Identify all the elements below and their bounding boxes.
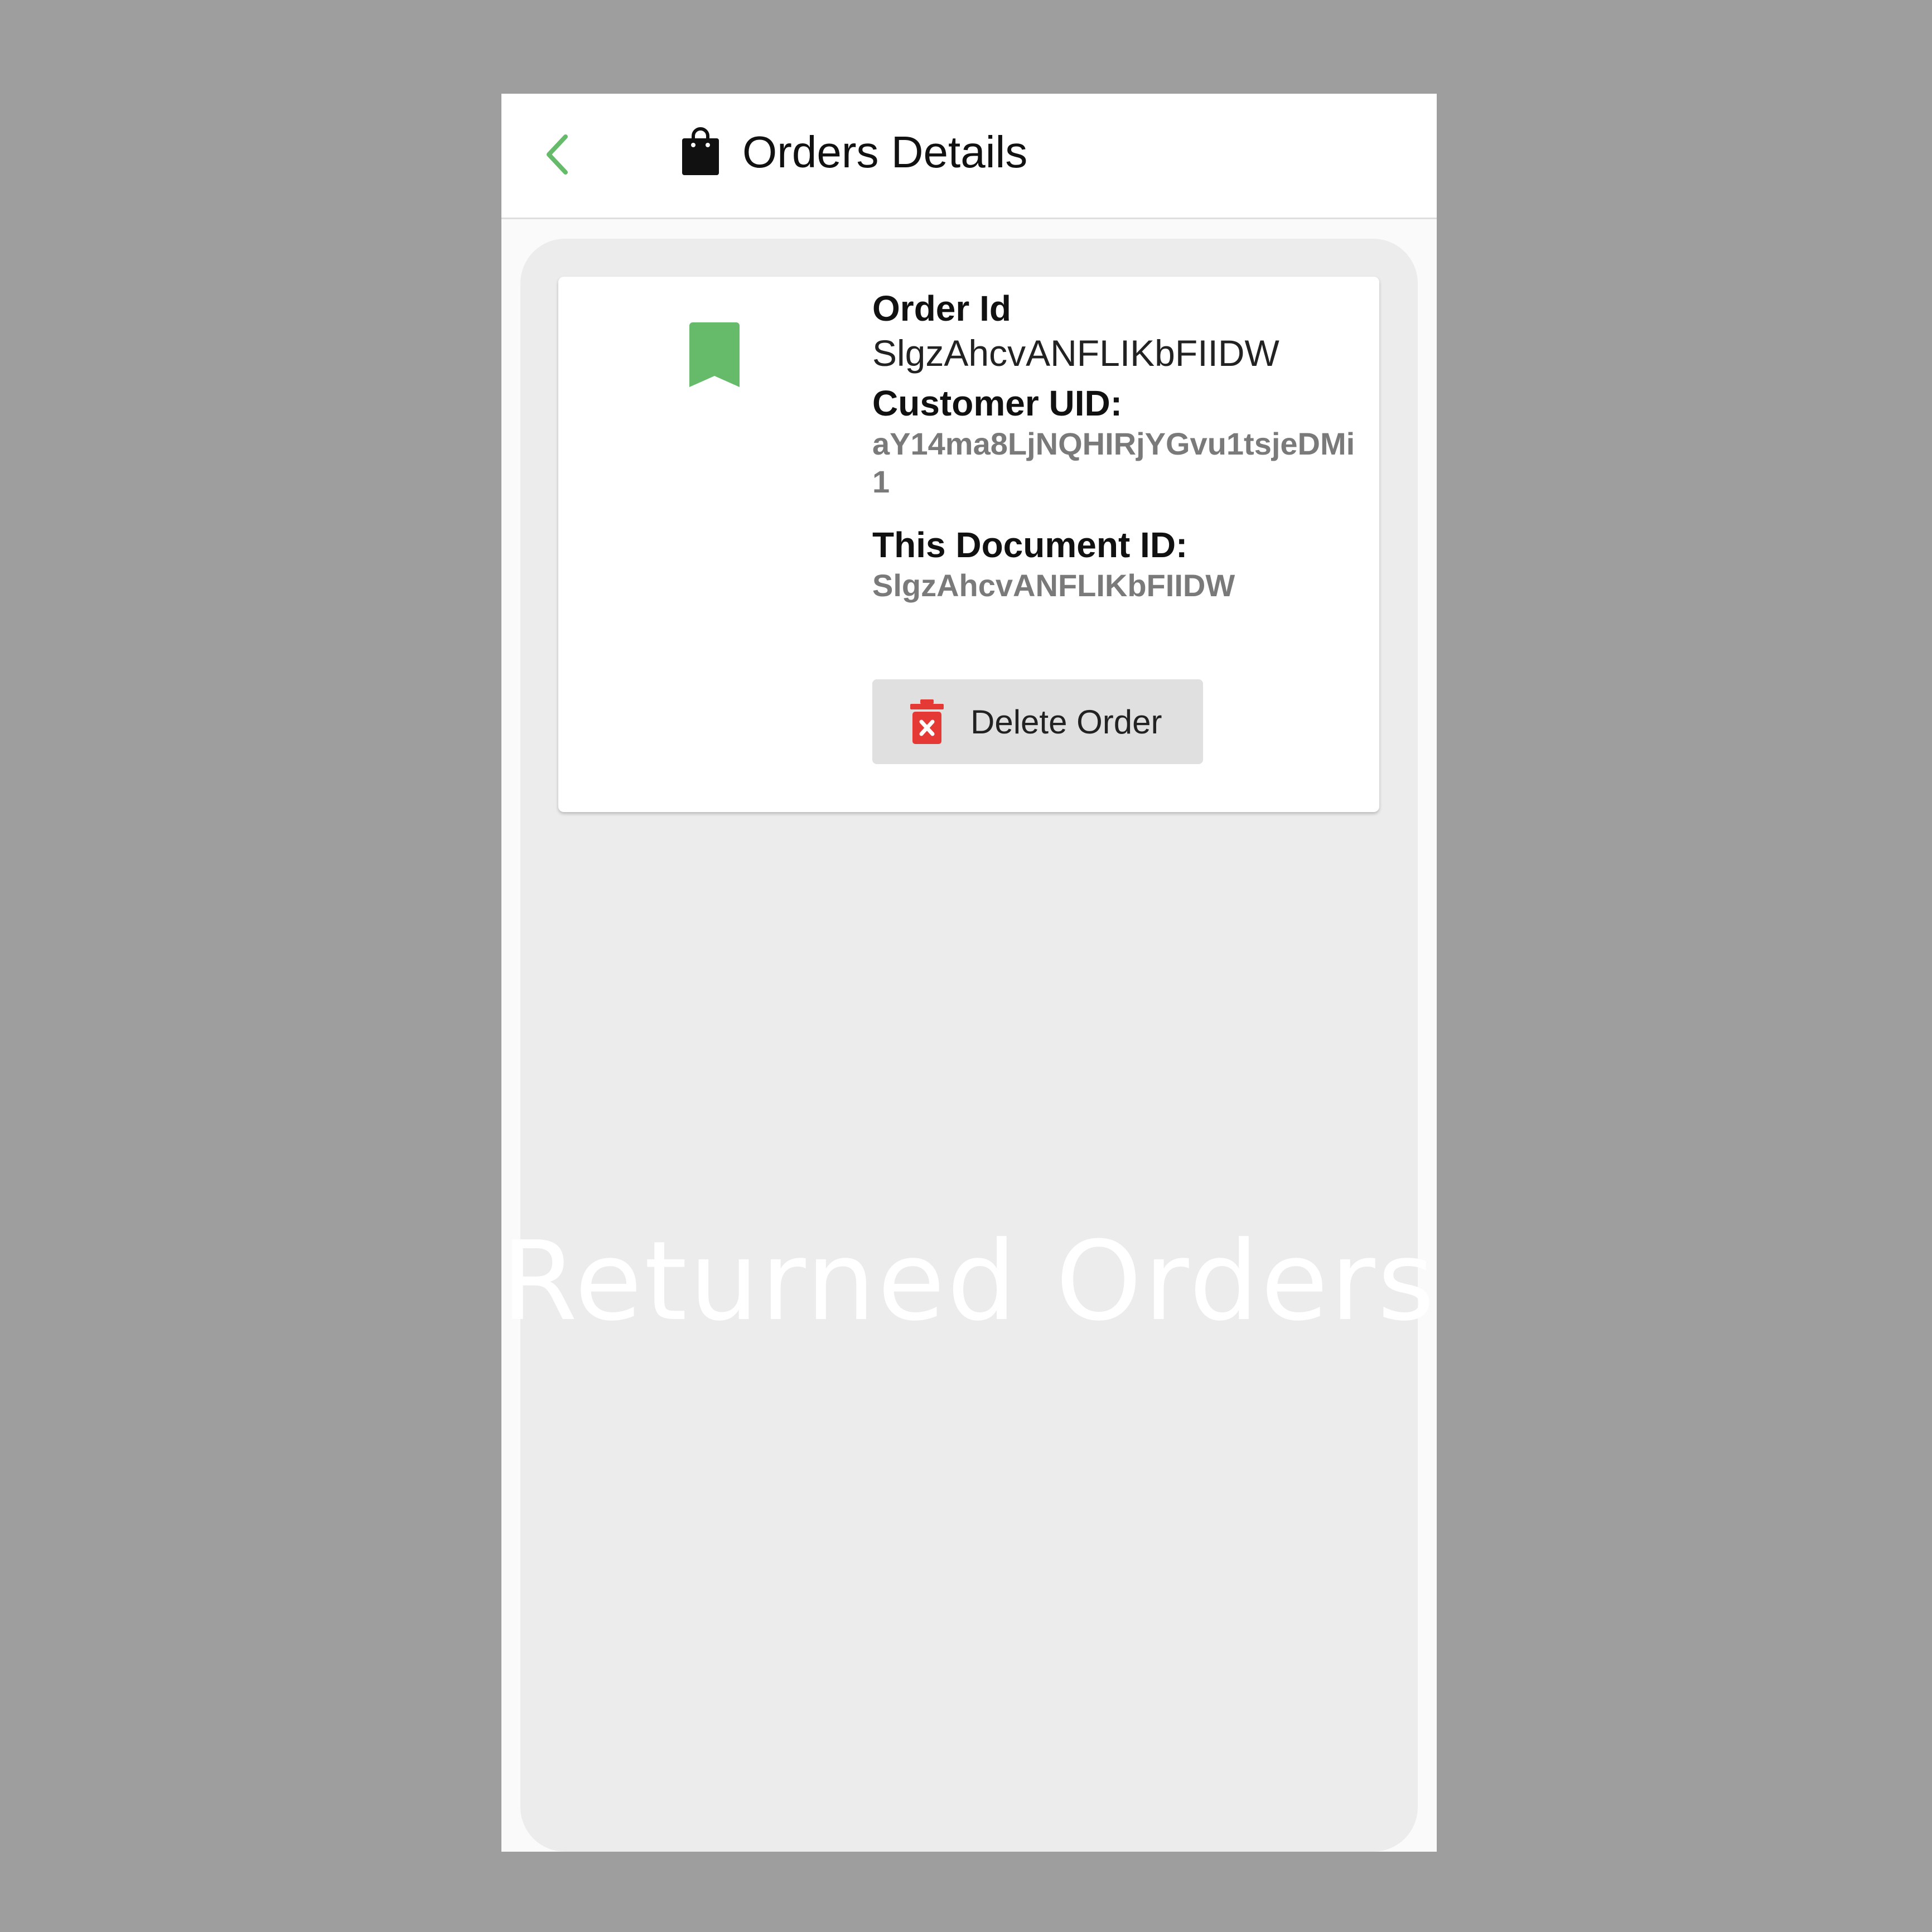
trash-icon (910, 699, 944, 744)
order-info: Order Id SlgzAhcvANFLIKbFIIDW Customer U… (872, 287, 1358, 605)
document-id-value: SlgzAhcvANFLIKbFIIDW (872, 568, 1235, 603)
delete-order-label: Delete Order (970, 703, 1162, 741)
customer-uid-value: aY14ma8LjNQHIRjYGvu1tsjeDMi1 (872, 426, 1355, 499)
shopping-bag-icon (682, 127, 719, 175)
customer-uid-label: Customer UID: (872, 383, 1123, 423)
order-id-value: SlgzAhcvANFLIKbFIIDW (872, 332, 1279, 374)
chevron-left-icon (547, 134, 568, 175)
order-card: Order Id SlgzAhcvANFLIKbFIIDW Customer U… (558, 277, 1379, 812)
app-bar: Orders Details (501, 94, 1437, 219)
back-button[interactable] (535, 124, 579, 185)
order-id-label: Order Id (872, 288, 1011, 329)
page-title: Orders Details (742, 127, 1028, 177)
document-id-label: This Document ID: (872, 525, 1188, 565)
app-screen: Orders Details Returned Orders Order Id … (501, 94, 1437, 1852)
bookmark-icon (689, 322, 740, 387)
returned-orders-watermark: Returned Orders (501, 1218, 1437, 1345)
delete-order-button[interactable]: Delete Order (872, 679, 1203, 764)
